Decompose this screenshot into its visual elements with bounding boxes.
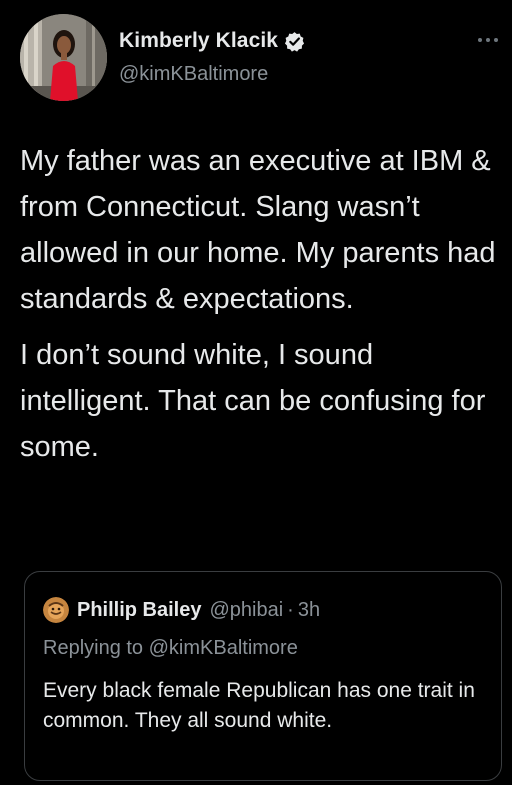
quoted-tweet-header: Phillip Bailey @phibai · 3h [43,597,320,623]
tweet-header: Kimberly Klacik @kimKBaltimore [20,14,500,104]
more-options-icon[interactable] [476,32,500,42]
quoted-tweet-text: Every black female Republican has one tr… [43,679,475,732]
author-name-row: Kimberly Klacik [119,29,305,53]
quoted-tweet-card[interactable]: Phillip Bailey @phibai · 3h Replying to … [24,571,502,781]
quoted-separator: · [287,598,294,621]
quoted-timestamp[interactable]: 3h [298,599,320,622]
author-handle[interactable]: @kimKBaltimore [119,63,268,86]
author-display-name[interactable]: Kimberly Klacik [119,29,278,53]
tweet-paragraph: My father was an executive at IBM & from… [20,145,496,315]
author-avatar[interactable] [20,14,107,101]
quoted-author-avatar[interactable] [43,597,69,623]
verified-badge-icon [284,31,305,52]
quoted-author-name[interactable]: Phillip Bailey [77,599,201,622]
tweet-text: My father was an executive at IBM & from… [20,138,500,480]
quoted-replying-to: Replying to @kimKBaltimore [43,637,298,659]
quoted-author-handle[interactable]: @phibai [209,599,283,622]
author-avatar-image [20,14,107,101]
tweet-paragraph: I don’t sound white, I sound intelligent… [20,339,486,463]
